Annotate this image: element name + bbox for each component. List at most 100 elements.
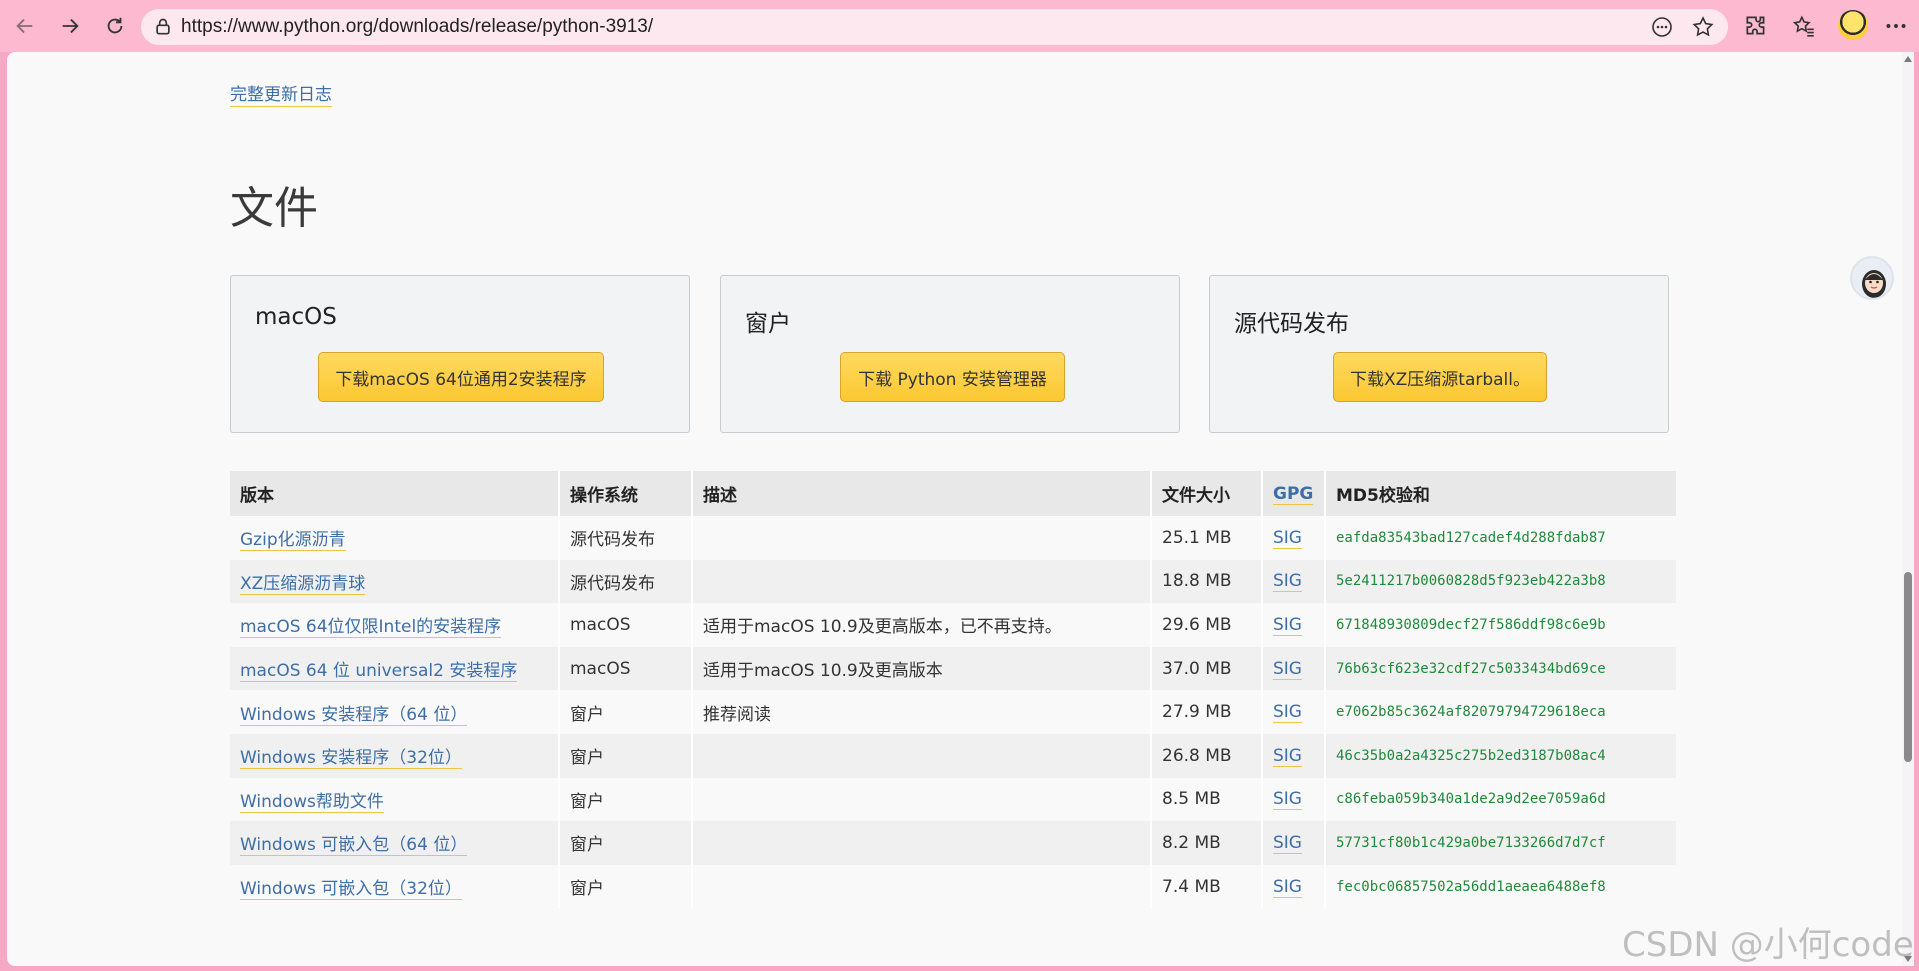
lock-icon[interactable]: [153, 17, 173, 37]
card-title: 窗户: [745, 311, 791, 337]
cell-md5: e7062b85c3624af82079794729618eca: [1325, 690, 1676, 734]
sig-link[interactable]: SIG: [1273, 658, 1302, 680]
cell-size: 8.5 MB: [1151, 777, 1263, 822]
vertical-scrollbar[interactable]: [1902, 52, 1914, 966]
sig-link[interactable]: SIG: [1273, 745, 1302, 767]
cell-version: macOS 64位仅限Intel的安装程序: [230, 603, 560, 647]
page-viewport: 完整更新日志 文件 macOS 下载macOS 64位通用2安装程序 窗户 下载…: [7, 52, 1902, 966]
card-windows: 窗户 下载 Python 安装管理器: [720, 275, 1180, 433]
star-icon[interactable]: [1691, 15, 1715, 39]
sig-link[interactable]: SIG: [1273, 876, 1302, 898]
scroll-thumb[interactable]: [1904, 572, 1912, 762]
table-row: Windows 安装程序（64 位） 窗户 推荐阅读 27.9 MB SIG e7062b…: [230, 690, 1676, 734]
more-icon[interactable]: [1883, 13, 1909, 39]
cell-os: 窗户: [559, 690, 693, 734]
back-arrow-icon[interactable]: [9, 10, 41, 42]
card-title: 源代码发布: [1234, 311, 1349, 337]
puzzle-icon[interactable]: [1743, 13, 1769, 39]
download-source-button[interactable]: 下载XZ压缩源tarball。: [1333, 352, 1547, 402]
table-row: Windows 可嵌入包（64 位） 窗户 8.2 MB SIG 57731cf80b1…: [230, 821, 1676, 865]
download-macos-button[interactable]: 下载macOS 64位通用2安装程序: [318, 352, 604, 402]
cell-version: Windows帮助文件: [230, 777, 560, 822]
sig-link[interactable]: SIG: [1273, 571, 1302, 593]
cell-gpg: SIG: [1262, 559, 1326, 604]
cell-size: 37.0 MB: [1151, 646, 1263, 691]
cell-gpg: SIG: [1262, 777, 1326, 822]
header-md5: MD5校验和: [1325, 471, 1676, 516]
cell-version: Windows 安装程序（32位）: [230, 733, 560, 778]
scroll-up-arrow-icon[interactable]: [1904, 56, 1912, 62]
header-gpg[interactable]: GPG: [1262, 471, 1326, 516]
table-row: Windows 可嵌入包（32位） 窗户 7.4 MB SIG fec0bc068575…: [230, 864, 1676, 909]
forward-arrow-icon[interactable]: [54, 10, 86, 42]
file-link[interactable]: XZ压缩源沥青球: [240, 573, 366, 595]
reload-icon[interactable]: [99, 10, 131, 42]
cell-version: Windows 安装程序（64 位）: [230, 690, 560, 734]
cell-version: macOS 64 位 universal2 安装程序: [230, 646, 560, 691]
table-row: Windows 安装程序（32位） 窗户 26.8 MB SIG 46c35b0a2a4…: [230, 733, 1676, 778]
cell-md5: 57731cf80b1c429a0be7133266d7d7cf: [1325, 821, 1676, 865]
cell-description: 适用于macOS 10.9及更高版本，已不再支持。: [692, 603, 1152, 647]
file-link[interactable]: Windows 可嵌入包（32位）: [240, 879, 462, 901]
cell-size: 29.6 MB: [1151, 603, 1263, 647]
cell-description: [692, 559, 1152, 604]
cell-md5: c86feba059b340a1de2a9d2ee7059a6d: [1325, 777, 1676, 822]
cell-description: [692, 777, 1152, 822]
cell-description: [692, 821, 1152, 865]
file-link[interactable]: macOS 64位仅限Intel的安装程序: [240, 617, 502, 639]
sig-link[interactable]: SIG: [1273, 527, 1302, 549]
cell-gpg: SIG: [1262, 516, 1326, 560]
assistant-avatar[interactable]: [1850, 256, 1894, 300]
cell-size: 25.1 MB: [1151, 516, 1263, 560]
files-table: 版本 操作系统 描述 文件大小 GPG MD5校验和 Gzip化源沥青源代码发布…: [230, 471, 1676, 909]
address-bar[interactable]: https://www.python.org/downloads/release…: [141, 9, 1728, 45]
cell-os: 窗户: [559, 777, 693, 822]
url-text[interactable]: https://www.python.org/downloads/release…: [181, 16, 653, 38]
sig-link[interactable]: SIG: [1273, 832, 1302, 854]
cell-md5: fec0bc06857502a56dd1aeaea6488ef8: [1325, 864, 1676, 909]
ellipsis-circle-icon[interactable]: [1650, 15, 1674, 39]
cell-size: 26.8 MB: [1151, 733, 1263, 778]
table-row: Windows帮助文件 窗户 8.5 MB SIG c86feba059b340a1de…: [230, 777, 1676, 822]
card-title: macOS: [255, 304, 337, 330]
cell-md5: eafda83543bad127cadef4d288fdab87: [1325, 516, 1676, 560]
cell-size: 7.4 MB: [1151, 864, 1263, 909]
file-link[interactable]: Windows 安装程序（32位）: [240, 748, 462, 770]
file-link[interactable]: Gzip化源沥青: [240, 530, 346, 552]
favorites-icon[interactable]: [1791, 13, 1817, 39]
file-link[interactable]: Windows 安装程序（64 位）: [240, 704, 468, 726]
browser-toolbar: https://www.python.org/downloads/release…: [0, 0, 1919, 52]
cell-description: [692, 733, 1152, 778]
table-row: macOS 64位仅限Intel的安装程序 macOS 适用于macOS 10.9及…: [230, 603, 1676, 647]
card-macos: macOS 下载macOS 64位通用2安装程序: [230, 275, 690, 433]
table-row: Gzip化源沥青 源代码发布 25.1 MB SIG eafda83543bad127c…: [230, 516, 1676, 560]
section-title: 文件: [230, 183, 318, 234]
cell-version: XZ压缩源沥青球: [230, 559, 560, 604]
cell-version: Windows 可嵌入包（32位）: [230, 864, 560, 909]
cell-size: 8.2 MB: [1151, 821, 1263, 865]
cell-md5: 671848930809decf27f586ddf98c6e9b: [1325, 603, 1676, 647]
download-windows-button[interactable]: 下载 Python 安装管理器: [840, 352, 1065, 402]
file-link[interactable]: Windows帮助文件: [240, 791, 384, 813]
card-source: 源代码发布 下载XZ压缩源tarball。: [1209, 275, 1669, 433]
table-row: macOS 64 位 universal2 安装程序 macOS 适用于macOS …: [230, 646, 1676, 691]
cell-md5: 46c35b0a2a4325c275b2ed3187b08ac4: [1325, 733, 1676, 778]
file-link[interactable]: Windows 可嵌入包（64 位）: [240, 835, 468, 857]
changelog-link[interactable]: 完整更新日志: [230, 80, 332, 107]
cell-os: 源代码发布: [559, 559, 693, 604]
cell-md5: 5e2411217b0060828d5f923eb422a3b8: [1325, 559, 1676, 604]
sig-link[interactable]: SIG: [1273, 702, 1302, 724]
sig-link[interactable]: SIG: [1273, 789, 1302, 811]
profile-avatar[interactable]: [1838, 10, 1868, 40]
cell-version: Gzip化源沥青: [230, 516, 560, 560]
gpg-link[interactable]: GPG: [1273, 483, 1314, 505]
cell-gpg: SIG: [1262, 733, 1326, 778]
cell-size: 18.8 MB: [1151, 559, 1263, 604]
cell-gpg: SIG: [1262, 690, 1326, 734]
cell-os: macOS: [559, 646, 693, 691]
table-header-row: 版本 操作系统 描述 文件大小 GPG MD5校验和: [230, 471, 1676, 516]
cell-os: macOS: [559, 603, 693, 647]
cell-description: 适用于macOS 10.9及更高版本: [692, 646, 1152, 691]
sig-link[interactable]: SIG: [1273, 614, 1302, 636]
file-link[interactable]: macOS 64 位 universal2 安装程序: [240, 661, 518, 683]
